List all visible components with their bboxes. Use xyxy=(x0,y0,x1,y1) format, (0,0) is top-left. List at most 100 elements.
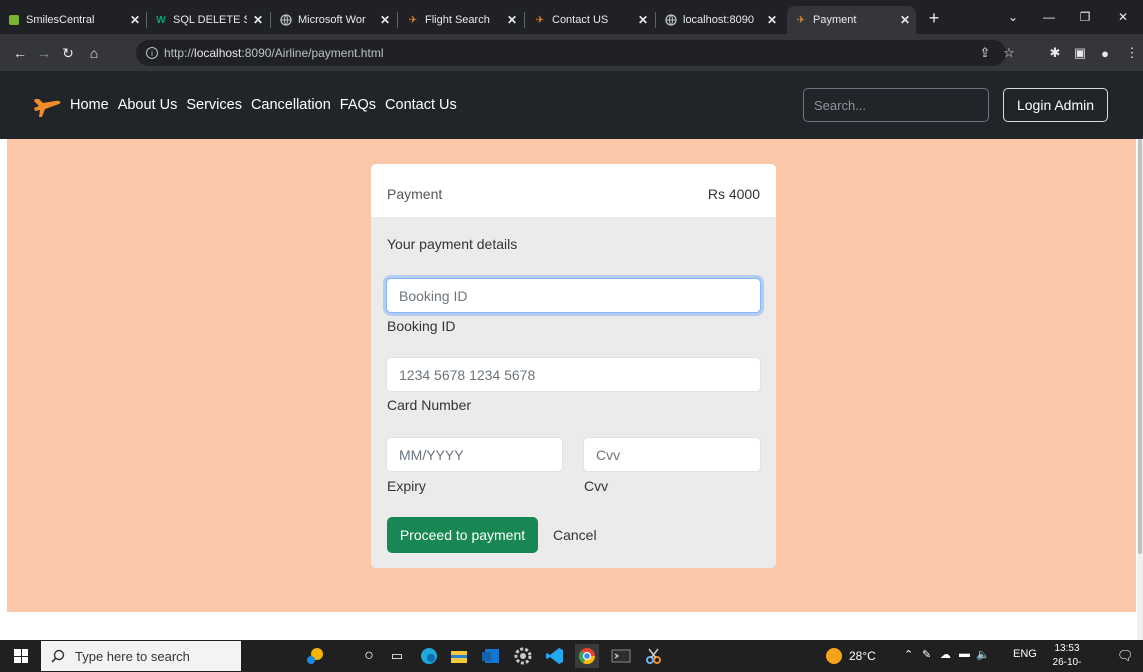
tab-close-icon[interactable]: ✕ xyxy=(767,13,777,27)
notifications-icon[interactable]: 🗨 xyxy=(1117,648,1134,664)
system-clock[interactable]: 13:53 26-10-2022 xyxy=(1042,642,1092,672)
volume-muted-icon[interactable]: 🔈 xyxy=(976,648,990,661)
page-scrollbar[interactable] xyxy=(1137,139,1143,640)
proceed-to-payment-button[interactable]: Proceed to payment xyxy=(387,517,538,553)
profile-icon[interactable]: ● xyxy=(1095,43,1115,63)
cancel-link[interactable]: Cancel xyxy=(553,527,597,543)
payment-details-heading: Your payment details xyxy=(387,236,518,252)
globe-favicon-icon xyxy=(280,14,292,26)
share-icon[interactable]: ⇪ xyxy=(975,43,995,63)
onedrive-cloud-icon[interactable]: ☁ xyxy=(940,648,951,661)
browser-tab-strip: SmilesCentral ✕ W SQL DELETE St ✕ Micros… xyxy=(0,0,1143,34)
tab-localhost[interactable]: localhost:8090 ✕ xyxy=(657,6,783,34)
tab-flight-search[interactable]: ✈ Flight Search ✕ xyxy=(399,6,523,34)
news-widget-icon[interactable] xyxy=(303,644,327,668)
tab-close-icon[interactable]: ✕ xyxy=(900,13,910,27)
payment-card-header: Payment Rs 4000 xyxy=(371,164,776,217)
url-prefix: http:// xyxy=(164,46,195,60)
plane-favicon-icon: ✈ xyxy=(535,14,545,26)
bookmark-star-icon[interactable]: ☆ xyxy=(999,43,1019,63)
booking-id-label: Booking ID xyxy=(387,318,456,334)
expiry-label: Expiry xyxy=(387,478,426,494)
nav-faqs[interactable]: FAQs xyxy=(340,97,376,113)
cortana-icon[interactable]: ○ xyxy=(357,644,381,668)
weather-widget[interactable]: 28°C xyxy=(826,648,876,664)
airline-plane-logo-icon[interactable] xyxy=(33,91,63,119)
w3schools-favicon-icon: W xyxy=(156,14,166,26)
extensions-puzzle-icon[interactable]: ✱ xyxy=(1045,43,1065,63)
nav-links: Home About Us Services Cancellation FAQs… xyxy=(70,97,457,113)
nav-about-us[interactable]: About Us xyxy=(118,97,178,113)
tray-chevron-up-icon[interactable]: ⌃ xyxy=(904,648,913,661)
vscode-icon[interactable] xyxy=(543,644,567,668)
restore-icon[interactable]: ❐ xyxy=(1067,0,1103,34)
nav-home[interactable]: Home xyxy=(70,97,109,113)
page-footer-area xyxy=(7,612,1136,640)
edge-browser-icon[interactable] xyxy=(417,644,441,668)
tab-close-icon[interactable]: ✕ xyxy=(130,13,140,27)
windows-taskbar: Type here to search ○ ▭ 28°C ⌃ ✎ ☁ ▬ 🔈 E… xyxy=(0,640,1143,672)
tab-close-icon[interactable]: ✕ xyxy=(638,13,648,27)
booking-id-input[interactable] xyxy=(386,278,761,313)
tab-separator xyxy=(270,12,271,28)
tab-search-chevron-icon[interactable]: ⌄ xyxy=(995,0,1031,34)
site-search-input[interactable] xyxy=(803,88,989,122)
site-info-icon[interactable]: i xyxy=(146,47,158,59)
tab-close-icon[interactable]: ✕ xyxy=(380,13,390,27)
payment-card: Payment Rs 4000 Your payment details Boo… xyxy=(371,164,776,568)
url-path: :8090/Airline/payment.html xyxy=(241,46,384,60)
windows-start-icon[interactable] xyxy=(14,649,28,663)
plane-favicon-icon: ✈ xyxy=(408,14,418,26)
clock-time: 13:53 xyxy=(1054,643,1080,654)
login-admin-button[interactable]: Login Admin xyxy=(1003,88,1108,122)
back-arrow-icon[interactable]: ← xyxy=(10,43,30,63)
tab-close-icon[interactable]: ✕ xyxy=(253,13,263,27)
temperature: 28°C xyxy=(849,649,876,663)
file-explorer-icon[interactable] xyxy=(447,644,471,668)
browser-toolbar: ← → ↻ ⌂ i http://localhost:8090/Airline/… xyxy=(0,34,1143,71)
cvv-input[interactable] xyxy=(583,437,761,472)
expiry-input[interactable] xyxy=(386,437,563,472)
menu-kebab-icon[interactable]: ⋮ xyxy=(1122,43,1142,63)
card-number-input[interactable] xyxy=(386,357,761,392)
home-icon[interactable]: ⌂ xyxy=(84,43,104,63)
card-number-label: Card Number xyxy=(387,397,472,413)
tab-smilescentral[interactable]: SmilesCentral ✕ xyxy=(0,6,146,34)
snipping-tool-icon[interactable] xyxy=(641,644,665,668)
screen: SmilesCentral ✕ W SQL DELETE St ✕ Micros… xyxy=(0,0,1143,672)
side-panel-icon[interactable]: ▣ xyxy=(1070,43,1090,63)
reload-icon[interactable]: ↻ xyxy=(58,43,78,63)
sun-weather-icon xyxy=(826,648,842,664)
language-indicator[interactable]: ENG xyxy=(1013,648,1037,660)
outlook-icon[interactable] xyxy=(479,644,503,668)
site-navbar: Home About Us Services Cancellation FAQs… xyxy=(0,71,1143,139)
tab-microsoft-word[interactable]: Microsoft Wor ✕ xyxy=(272,6,396,34)
taskbar-search-placeholder: Type here to search xyxy=(75,648,190,664)
battery-icon[interactable]: ▬ xyxy=(959,648,970,660)
new-tab-plus-icon[interactable]: + xyxy=(924,8,944,28)
nav-contact-us[interactable]: Contact Us xyxy=(385,97,457,113)
address-bar[interactable]: i http://localhost:8090/Airline/payment.… xyxy=(136,40,1006,66)
nav-services[interactable]: Services xyxy=(186,97,242,113)
tab-payment[interactable]: ✈ Payment ✕ xyxy=(787,6,916,34)
pen-icon[interactable]: ✎ xyxy=(922,648,931,661)
taskbar-search-box[interactable]: Type here to search xyxy=(41,641,241,671)
close-window-icon[interactable]: ✕ xyxy=(1105,0,1141,34)
search-icon xyxy=(51,649,65,663)
smiles-favicon-icon xyxy=(8,14,20,26)
tab-close-icon[interactable]: ✕ xyxy=(507,13,517,27)
forward-arrow-icon[interactable]: → xyxy=(34,43,54,63)
minimize-icon[interactable]: — xyxy=(1031,0,1067,34)
scrollbar-thumb[interactable] xyxy=(1138,139,1142,554)
cvv-label: Cvv xyxy=(584,478,609,494)
url-host: localhost xyxy=(194,46,242,60)
payment-amount: Rs 4000 xyxy=(707,186,760,202)
settings-gear-icon[interactable] xyxy=(511,644,535,668)
chrome-icon[interactable] xyxy=(575,644,599,668)
globe-favicon-icon xyxy=(665,14,677,26)
terminal-icon[interactable] xyxy=(609,644,633,668)
tab-contact-us[interactable]: ✈ Contact US ✕ xyxy=(526,6,654,34)
nav-cancellation[interactable]: Cancellation xyxy=(251,97,331,113)
task-view-icon[interactable]: ▭ xyxy=(385,644,409,668)
tab-sql-delete[interactable]: W SQL DELETE St ✕ xyxy=(147,6,269,34)
